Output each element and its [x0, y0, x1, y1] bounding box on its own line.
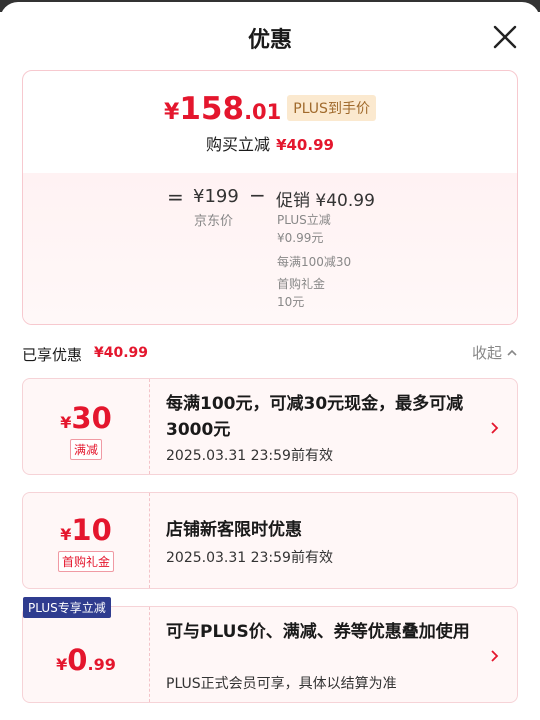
promotion-total: 促销 ¥40.99	[276, 191, 375, 211]
plus-exclusive-badge: PLUS专享立减	[23, 597, 111, 618]
close-icon[interactable]	[492, 24, 518, 50]
plus-price-line: ¥158.01 PLUS到手价	[23, 91, 517, 131]
collapse-button[interactable]: 收起	[472, 342, 518, 363]
plus-final-price: ¥158.01	[164, 91, 282, 127]
coupon-amount: ¥0.99	[56, 643, 116, 677]
price-summary-card: ¥158.01 PLUS到手价 购买立减 ¥40.99 = ¥199 京东价 − …	[22, 70, 518, 325]
coupon-title: 每满100元，可减30元现金，最多可减3000元	[166, 394, 464, 440]
coupon-title: 店铺新客限时优惠	[166, 520, 302, 540]
discount-sheet: 优惠 ¥158.01 PLUS到手价 购买立减 ¥40.99 = ¥199 京东价…	[0, 2, 540, 720]
coupon-value-area: ¥10 首购礼金	[23, 493, 150, 588]
enjoyed-discount-amount: ¥40.99	[94, 345, 149, 361]
jd-price-label: 京东价	[194, 214, 234, 229]
sheet-header: 优惠	[0, 2, 540, 68]
promo-detail-plus-label: PLUS立减	[277, 213, 331, 227]
coupon-card[interactable]: ¥30 满减 每满100元，可减30元现金，最多可减3000元 2025.03.…	[22, 378, 518, 475]
coupon-validity: 2025.03.31 23:59前有效	[166, 550, 333, 566]
jd-price-value: ¥199	[193, 186, 239, 207]
promo-detail-full-reduction: 每满100减30	[277, 255, 352, 269]
minus-sign: −	[249, 183, 266, 207]
chevron-up-icon	[507, 349, 517, 356]
coupon-type-tag: 满减	[69, 439, 103, 460]
enjoyed-discount-label: 已享优惠	[22, 346, 83, 364]
instant-discount-label: 购买立减	[206, 135, 271, 154]
coupon-card[interactable]: ¥0.99 PLUS专享立减 可与PLUS价、满减、券等优惠叠加使用 PLUS正…	[22, 597, 518, 703]
coupon-title: 可与PLUS价、满减、券等优惠叠加使用	[166, 622, 470, 642]
coupon-amount: ¥30	[60, 401, 112, 435]
chevron-right-icon[interactable]	[489, 649, 499, 663]
coupon-value-area: ¥0.99	[23, 607, 150, 702]
plus-price-tag: PLUS到手价	[287, 95, 376, 121]
promo-detail-plus-amount: ¥0.99元	[277, 231, 324, 245]
page-title: 优惠	[247, 28, 292, 53]
collapse-label: 收起	[471, 344, 502, 362]
instant-discount-amount: ¥40.99	[276, 136, 334, 154]
coupon-amount: ¥10	[60, 513, 112, 547]
coupon-card[interactable]: ¥10 首购礼金 店铺新客限时优惠 2025.03.31 23:59前有效	[22, 492, 518, 589]
chevron-right-icon[interactable]	[489, 421, 499, 435]
equals-sign: =	[167, 185, 184, 209]
coupon-type-tag: 首购礼金	[57, 551, 115, 572]
enjoyed-discount-row: 已享优惠 ¥40.99 收起	[22, 342, 518, 366]
coupon-value-area: ¥30 满减	[23, 379, 150, 474]
price-breakdown-area	[23, 173, 517, 324]
promo-detail-first-gift-amount: 10元	[277, 295, 305, 309]
coupon-validity: 2025.03.31 23:59前有效	[166, 448, 333, 464]
coupon-note: PLUS正式会员可享，具体以结算为准	[166, 676, 397, 692]
instant-discount-line: 购买立减 ¥40.99	[23, 131, 517, 155]
promo-detail-first-gift-label: 首购礼金	[277, 277, 326, 291]
